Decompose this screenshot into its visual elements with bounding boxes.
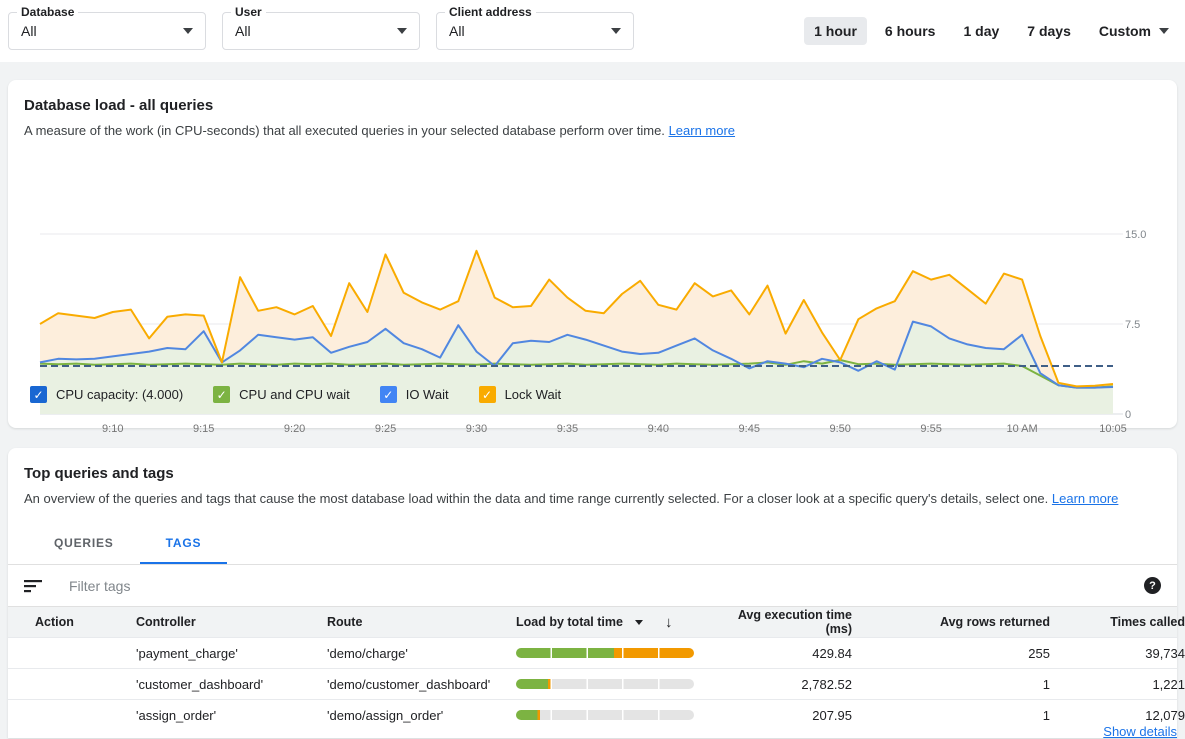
time-range-1-hour[interactable]: 1 hour — [804, 17, 867, 45]
database-select[interactable]: Database All — [8, 12, 206, 50]
checkbox-checked-icon: ✓ — [479, 386, 496, 403]
cell-avg-rows: 1 — [860, 677, 1058, 692]
tab-queries[interactable]: QUERIES — [28, 524, 140, 564]
client-address-select-label: Client address — [445, 5, 536, 19]
cell-route: 'demo/charge' — [319, 646, 516, 661]
chevron-down-icon — [1159, 28, 1169, 34]
table-row[interactable]: 'assign_order' 'demo/assign_order' 207.9… — [8, 699, 1177, 730]
cell-route: 'demo/assign_order' — [319, 708, 516, 723]
cell-times-called: 1,221 — [1058, 677, 1185, 692]
column-header-route: Route — [319, 615, 516, 629]
svg-text:9:40: 9:40 — [648, 423, 669, 435]
cell-avg-exec: 429.84 — [708, 646, 860, 661]
cell-controller: 'customer_dashboard' — [128, 677, 319, 692]
database-select-label: Database — [17, 5, 78, 19]
tab-tags[interactable]: TAGS — [140, 524, 228, 564]
checkbox-checked-icon: ✓ — [380, 386, 397, 403]
time-range-6-hours[interactable]: 6 hours — [875, 17, 946, 45]
checkbox-checked-icon: ✓ — [213, 386, 230, 403]
svg-text:0: 0 — [1125, 409, 1131, 421]
svg-text:15.0: 15.0 — [1125, 229, 1146, 241]
dropdown-caret-icon — [635, 620, 643, 625]
table-row[interactable]: 'customer_dashboard' 'demo/customer_dash… — [8, 668, 1177, 699]
cell-route: 'demo/customer_dashboard' — [319, 677, 516, 692]
user-select-label: User — [231, 5, 266, 19]
cell-avg-rows: 255 — [860, 646, 1058, 661]
cpu-wait-checkbox[interactable]: ✓ CPU and CPU wait — [213, 386, 350, 403]
checkbox-checked-icon: ✓ — [30, 386, 47, 403]
time-range-custom-label: Custom — [1099, 23, 1151, 39]
table-row[interactable]: 'payment_charge' 'demo/charge' 429.84 25… — [8, 637, 1177, 668]
time-range-group: 1 hour 6 hours 1 day 7 days Custom — [804, 17, 1173, 45]
svg-text:9:30: 9:30 — [466, 423, 487, 435]
chevron-down-icon — [611, 28, 621, 34]
cell-avg-rows: 1 — [860, 708, 1058, 723]
cell-times-called: 39,734 — [1058, 646, 1185, 661]
load-bar — [516, 679, 694, 689]
column-header-load[interactable]: Load by total time ↓ — [516, 614, 708, 631]
svg-text:9:15: 9:15 — [193, 423, 214, 435]
client-address-select[interactable]: Client address All — [436, 12, 634, 50]
filter-tags-input[interactable]: Filter tags — [69, 578, 1144, 594]
learn-more-link[interactable]: Learn more — [1052, 491, 1118, 506]
database-load-card: Database load - all queries A measure of… — [8, 80, 1177, 428]
help-icon[interactable]: ? — [1144, 577, 1161, 594]
column-header-controller: Controller — [128, 615, 319, 629]
top-queries-card: Top queries and tags An overview of the … — [8, 448, 1177, 738]
section-description: An overview of the queries and tags that… — [8, 482, 1177, 506]
svg-text:9:55: 9:55 — [920, 423, 941, 435]
time-range-1-day[interactable]: 1 day — [953, 17, 1009, 45]
svg-text:9:10: 9:10 — [102, 423, 123, 435]
cell-avg-exec: 207.95 — [708, 708, 860, 723]
tab-bar: QUERIES TAGS — [8, 524, 1177, 565]
svg-text:9:25: 9:25 — [375, 423, 396, 435]
user-select-value: All — [235, 23, 397, 39]
cpu-capacity-checkbox[interactable]: ✓ CPU capacity: (4.000) — [30, 386, 183, 403]
filter-tags-row: Filter tags ? — [8, 565, 1177, 607]
sort-descending-icon[interactable]: ↓ — [665, 614, 673, 631]
io-wait-checkbox[interactable]: ✓ IO Wait — [380, 386, 449, 403]
cell-controller: 'assign_order' — [128, 708, 319, 723]
svg-text:9:45: 9:45 — [739, 423, 760, 435]
user-select[interactable]: User All — [222, 12, 420, 50]
lock-wait-checkbox[interactable]: ✓ Lock Wait — [479, 386, 562, 403]
column-header-times-called: Times called — [1058, 615, 1185, 629]
svg-text:10:05: 10:05 — [1099, 423, 1127, 435]
load-bar — [516, 648, 694, 658]
chevron-down-icon — [397, 28, 407, 34]
column-header-action: Action — [8, 615, 128, 629]
filter-icon — [24, 579, 42, 593]
svg-text:9:20: 9:20 — [284, 423, 305, 435]
table-header: Action Controller Route Load by total ti… — [8, 607, 1177, 637]
database-load-chart[interactable]: 0 7.5 15.0 9:10 9:15 9:20 9:25 9:30 9:35 9:40 9:45… — [8, 222, 1177, 440]
column-header-avg-exec: Avg execution time (ms) — [708, 608, 860, 636]
time-range-7-days[interactable]: 7 days — [1017, 17, 1081, 45]
card-description: A measure of the work (in CPU-seconds) t… — [8, 114, 1177, 138]
chevron-down-icon — [183, 28, 193, 34]
card-title: Database load - all queries — [8, 80, 1177, 114]
filter-toolbar: Database All User All Client address All… — [0, 0, 1185, 62]
cell-avg-exec: 2,782.52 — [708, 677, 860, 692]
section-title: Top queries and tags — [8, 448, 1177, 482]
cell-controller: 'payment_charge' — [128, 646, 319, 661]
svg-text:9:35: 9:35 — [557, 423, 578, 435]
svg-text:7.5: 7.5 — [1125, 319, 1140, 331]
database-select-value: All — [21, 23, 183, 39]
client-address-select-value: All — [449, 23, 611, 39]
svg-text:9:50: 9:50 — [829, 423, 850, 435]
learn-more-link[interactable]: Learn more — [669, 123, 735, 138]
cell-times-called: 12,079 — [1058, 708, 1185, 723]
column-header-avg-rows: Avg rows returned — [860, 615, 1058, 629]
svg-text:10 AM: 10 AM — [1006, 423, 1037, 435]
chart-legend: ✓ CPU capacity: (4.000) ✓ CPU and CPU wa… — [30, 386, 561, 403]
load-bar — [516, 710, 694, 720]
time-range-custom[interactable]: Custom — [1089, 17, 1173, 45]
